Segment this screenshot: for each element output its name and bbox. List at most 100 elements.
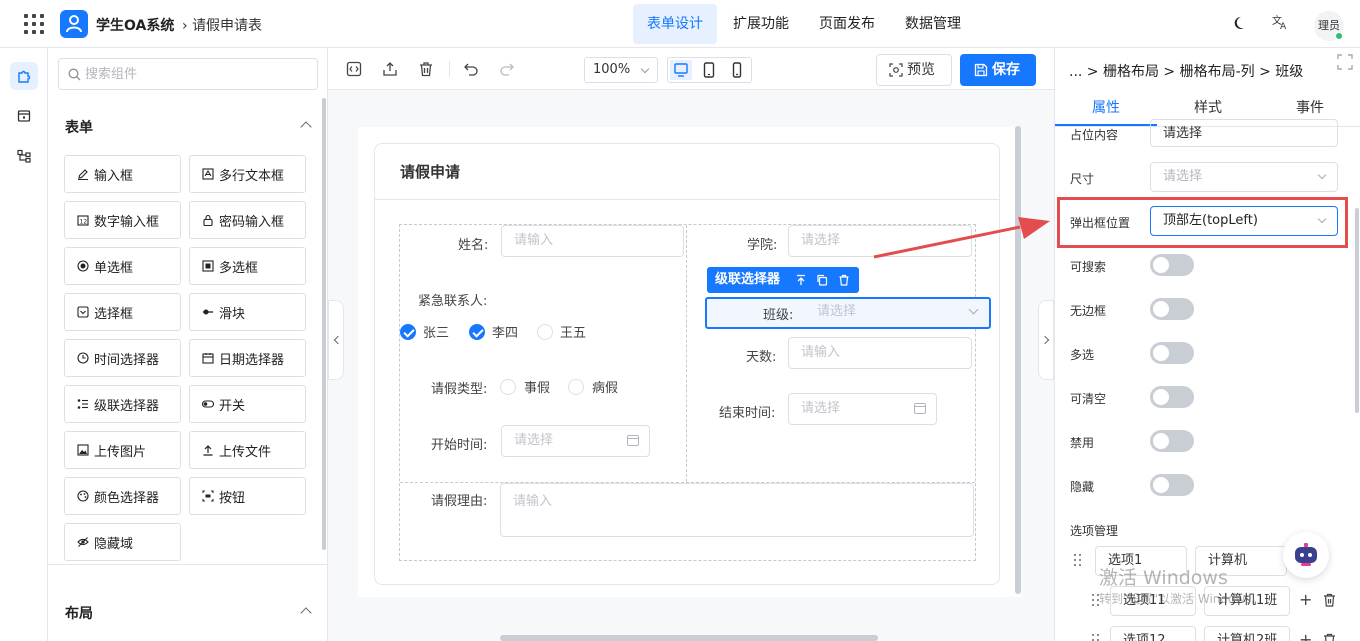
preview-button[interactable]: 预览: [876, 54, 952, 86]
dark-mode-icon[interactable]: [1233, 15, 1249, 35]
highlight-annotation-box: [1057, 197, 1348, 248]
component-cascader[interactable]: 级联选择器: [64, 385, 181, 423]
searchable-toggle[interactable]: [1150, 254, 1194, 276]
size-select[interactable]: 请选择: [1150, 162, 1338, 192]
delete-option-icon[interactable]: [1323, 593, 1336, 607]
apps-grid-icon[interactable]: [24, 14, 44, 34]
switch-label-hidden: 隐藏: [1070, 480, 1095, 494]
component-slider[interactable]: 滑块: [189, 293, 306, 331]
canvas-vertical-scrollbar[interactable]: [1015, 126, 1021, 594]
property-scrollbar[interactable]: [1355, 208, 1359, 413]
end-time-picker[interactable]: 请选择: [788, 393, 937, 425]
size-placeholder: 请选择: [1163, 169, 1203, 184]
component-number-input[interactable]: 12 数字输入框: [64, 201, 181, 239]
leave-type-option-1[interactable]: 事假: [500, 377, 550, 396]
move-up-icon[interactable]: [795, 274, 807, 286]
nav-extensions[interactable]: 扩展功能: [719, 4, 803, 44]
component-hidden-field[interactable]: 隐藏域: [64, 523, 181, 561]
drag-handle-icon[interactable]: [1074, 554, 1082, 568]
panel-scrollbar[interactable]: [322, 98, 326, 550]
component-password-input[interactable]: 密码输入框: [189, 201, 306, 239]
component-panel: 表单 输入框 多行文本框 12 数字输入框 密码输入框 单选框 多选框 选择框 滑…: [48, 48, 328, 641]
collapse-right-panel-button[interactable]: [1038, 300, 1054, 380]
name-input[interactable]: 请输入: [501, 225, 684, 257]
selected-class-field[interactable]: 班级: 请选择: [705, 297, 991, 329]
collapse-form-section-icon[interactable]: [300, 121, 312, 133]
component-label: 日期选择器: [219, 352, 285, 368]
palette-icon: [77, 490, 89, 502]
form-paper: 请假申请 姓名: 请输入 紧急联系人: 张三 李四 王五 请假类型: 事假 病假…: [358, 127, 1021, 597]
save-button[interactable]: 保存: [960, 54, 1036, 86]
option-value-input[interactable]: 计算机2班: [1204, 626, 1290, 641]
form-settings-rail-icon[interactable]: [10, 102, 38, 130]
contact-option-1[interactable]: 张三: [400, 322, 449, 341]
nav-form-design[interactable]: 表单设计: [633, 4, 717, 44]
tablet-view-icon[interactable]: [698, 60, 720, 80]
nav-publish[interactable]: 页面发布: [805, 4, 889, 44]
placeholder-prop-input[interactable]: 请选择: [1150, 119, 1338, 147]
multiple-toggle[interactable]: [1150, 342, 1194, 364]
clearable-toggle[interactable]: [1150, 386, 1194, 408]
copy-icon[interactable]: [816, 274, 828, 286]
college-select[interactable]: 请选择: [788, 225, 972, 257]
delete-option-icon[interactable]: [1323, 633, 1336, 641]
component-radio[interactable]: 单选框: [64, 247, 181, 285]
disabled-toggle[interactable]: [1150, 430, 1194, 452]
drag-handle-icon[interactable]: [1092, 634, 1100, 641]
component-upload-file[interactable]: 上传文件: [189, 431, 306, 469]
language-icon[interactable]: 文A: [1272, 14, 1290, 34]
start-time-picker[interactable]: 请选择: [501, 425, 650, 457]
avatar[interactable]: 理员: [1314, 11, 1344, 41]
component-select[interactable]: 选择框: [64, 293, 181, 331]
delete-icon[interactable]: [418, 61, 434, 77]
component-upload-image[interactable]: 上传图片: [64, 431, 181, 469]
fullscreen-corner-icon[interactable]: [1336, 53, 1354, 75]
class-cascader[interactable]: 请选择: [805, 299, 989, 327]
days-input[interactable]: 请输入: [788, 337, 972, 369]
option-key-input[interactable]: 选项12: [1110, 626, 1196, 641]
preview-icon: [889, 63, 903, 77]
code-icon[interactable]: [346, 61, 362, 77]
tree-rail-icon[interactable]: [10, 142, 38, 170]
search-input[interactable]: [85, 64, 305, 84]
desktop-view-icon[interactable]: [670, 60, 692, 80]
borderless-toggle[interactable]: [1150, 298, 1194, 320]
component-checkbox[interactable]: 多选框: [189, 247, 306, 285]
nav-data[interactable]: 数据管理: [891, 4, 975, 44]
contact-option-2[interactable]: 李四: [469, 322, 518, 341]
tab-properties[interactable]: 属性: [1055, 93, 1157, 126]
component-textarea[interactable]: 多行文本框: [189, 155, 306, 193]
selected-tag-label: 级联选择器: [715, 272, 781, 287]
component-button[interactable]: 按钮: [189, 477, 306, 515]
component-input[interactable]: 输入框: [64, 155, 181, 193]
zoom-select[interactable]: 100%: [584, 57, 658, 83]
collapse-left-panel-button[interactable]: [328, 300, 344, 380]
svg-text:A: A: [1280, 22, 1287, 30]
reason-textarea[interactable]: 请输入: [500, 483, 974, 537]
breadcrumb[interactable]: › 请假申请表: [182, 15, 262, 35]
component-search[interactable]: [58, 58, 318, 90]
undo-icon[interactable]: [463, 61, 479, 77]
checkbox-unchecked-icon: [537, 323, 553, 340]
components-rail-icon[interactable]: [10, 62, 38, 90]
property-breadcrumb[interactable]: ... > 栅格布局 > 栅格布局-列 > 班级: [1069, 61, 1303, 81]
mobile-view-icon[interactable]: [726, 60, 748, 80]
collapse-layout-section-icon[interactable]: [300, 607, 312, 619]
windows-activation-hint: 转到"设置"以激活 Windows。: [1099, 592, 1264, 606]
chatbot-button[interactable]: [1283, 532, 1329, 578]
component-time-picker[interactable]: 时间选择器: [64, 339, 181, 377]
contact-option-3[interactable]: 王五: [537, 322, 586, 341]
add-option-icon[interactable]: +: [1299, 630, 1312, 641]
component-color-picker[interactable]: 颜色选择器: [64, 477, 181, 515]
canvas-horizontal-scrollbar[interactable]: [500, 635, 878, 641]
leave-type-option-2[interactable]: 病假: [568, 377, 618, 396]
grid-layout[interactable]: 姓名: 请输入 紧急联系人: 张三 李四 王五 请假类型: 事假 病假 开始时间…: [399, 224, 976, 561]
hidden-toggle[interactable]: [1150, 474, 1194, 496]
delete-icon[interactable]: [838, 274, 850, 286]
component-date-picker[interactable]: 日期选择器: [189, 339, 306, 377]
import-icon[interactable]: [382, 61, 398, 77]
redo-icon[interactable]: [499, 61, 515, 77]
add-option-icon[interactable]: +: [1299, 590, 1312, 609]
name-placeholder: 请输入: [514, 233, 554, 248]
component-switch[interactable]: 开关: [189, 385, 306, 423]
